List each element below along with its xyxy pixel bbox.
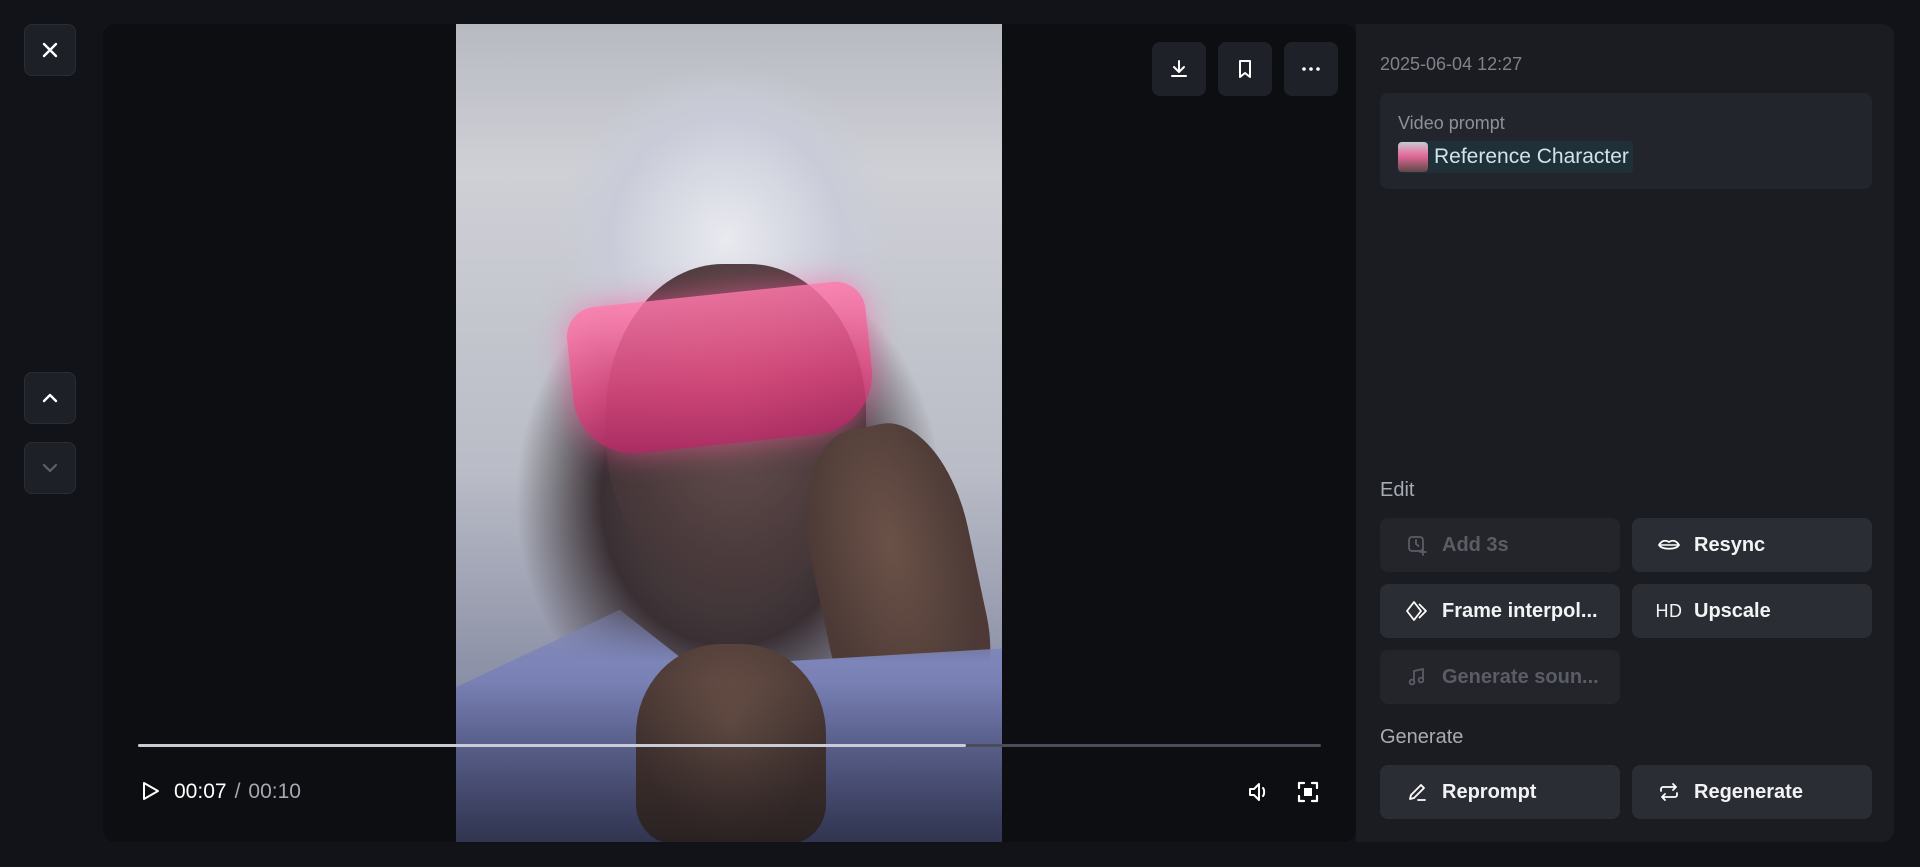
clock-plus-icon	[1404, 532, 1430, 558]
upscale-button[interactable]: HD Upscale	[1632, 584, 1872, 638]
progress-fill	[138, 744, 967, 747]
reference-thumbnail	[1398, 142, 1428, 172]
time-separator: /	[234, 780, 241, 803]
current-time: 00:07	[174, 780, 227, 803]
prompt-card: Video prompt Reference Character	[1380, 93, 1872, 189]
add-3s-button[interactable]: Add 3s	[1380, 518, 1620, 572]
generate-sound-button[interactable]: Generate soun...	[1380, 650, 1620, 704]
regenerate-label: Regenerate	[1694, 780, 1803, 803]
created-timestamp: 2025-06-04 12:27	[1380, 54, 1523, 74]
details-panel: 2025-06-04 12:27 Video prompt Reference …	[1356, 24, 1894, 842]
fullscreen-icon	[1297, 781, 1319, 803]
close-icon	[42, 42, 58, 58]
regenerate-button[interactable]: Regenerate	[1632, 765, 1872, 819]
time-display: 00:07 / 00:10	[174, 780, 301, 804]
close-button[interactable]	[24, 24, 76, 76]
fullscreen-button[interactable]	[1295, 779, 1321, 805]
reprompt-button[interactable]: Reprompt	[1380, 765, 1620, 819]
pencil-icon	[1404, 779, 1430, 805]
download-button[interactable]	[1152, 42, 1206, 96]
diamond-frames-icon	[1404, 598, 1430, 624]
hd-icon: HD	[1655, 600, 1683, 621]
chevron-up-icon	[42, 393, 58, 403]
repeat-icon	[1656, 779, 1682, 805]
edit-section-title: Edit	[1380, 479, 1415, 501]
more-horizontal-icon	[1302, 67, 1320, 71]
more-options-button[interactable]	[1284, 42, 1338, 96]
reprompt-label: Reprompt	[1442, 780, 1537, 803]
generate-section-title: Generate	[1380, 726, 1464, 748]
lips-icon	[1656, 532, 1682, 558]
frame-interpolation-button[interactable]: Frame interpol...	[1380, 584, 1620, 638]
progress-bar[interactable]	[138, 744, 1321, 747]
reference-chip-label: Reference Character	[1434, 145, 1629, 168]
bookmark-button[interactable]	[1218, 42, 1272, 96]
prompt-label: Video prompt	[1398, 113, 1505, 133]
resync-label: Resync	[1694, 533, 1766, 556]
controls-gradient	[103, 682, 1356, 842]
play-button[interactable]	[138, 779, 162, 803]
video-viewer: 00:07 / 00:10	[103, 24, 1356, 842]
upscale-label: Upscale	[1694, 599, 1771, 622]
resync-button[interactable]: Resync	[1632, 518, 1872, 572]
music-note-icon	[1404, 664, 1430, 690]
next-item-button[interactable]	[24, 442, 76, 494]
bookmark-icon	[1239, 60, 1251, 78]
previous-item-button[interactable]	[24, 372, 76, 424]
volume-button[interactable]	[1246, 779, 1272, 805]
play-icon	[143, 782, 159, 800]
reference-character-chip[interactable]: Reference Character	[1398, 141, 1633, 173]
generate-sound-label: Generate soun...	[1442, 665, 1599, 688]
download-icon	[1171, 60, 1187, 77]
volume-icon	[1249, 783, 1266, 801]
total-time: 00:10	[248, 780, 301, 803]
chevron-down-icon	[42, 463, 58, 473]
add-3s-label: Add 3s	[1442, 533, 1509, 556]
frame-interpolation-label: Frame interpol...	[1442, 599, 1598, 622]
